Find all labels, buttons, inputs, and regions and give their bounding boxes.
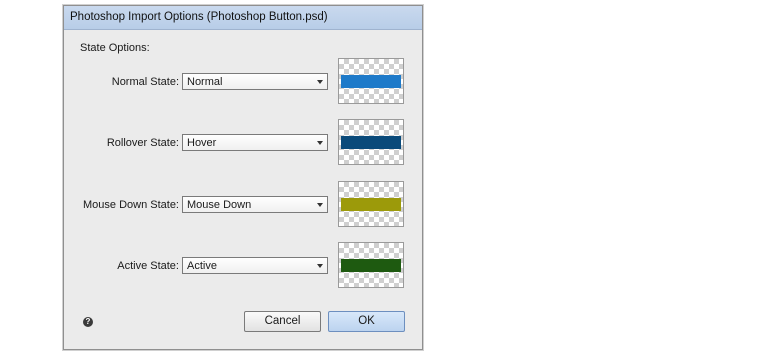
import-options-dialog: Photoshop Import Options (Photoshop Butt… bbox=[63, 5, 423, 350]
rollover-state-row: Rollover State: Hover bbox=[64, 119, 422, 169]
normal-state-value: Normal bbox=[187, 76, 223, 88]
mouse-down-state-swatch bbox=[341, 198, 401, 211]
mouse-down-state-row: Mouse Down State: Mouse Down bbox=[64, 181, 422, 231]
rollover-state-value: Hover bbox=[187, 137, 217, 149]
rollover-state-select[interactable]: Hover bbox=[182, 134, 328, 151]
cancel-button[interactable]: Cancel bbox=[244, 311, 321, 332]
chevron-down-icon bbox=[317, 141, 323, 145]
active-state-row: Active State: Active bbox=[64, 242, 422, 292]
active-state-value: Active bbox=[187, 260, 217, 272]
normal-state-preview bbox=[338, 58, 404, 104]
ok-button[interactable]: OK bbox=[328, 311, 405, 332]
rollover-state-label: Rollover State: bbox=[106, 137, 179, 149]
mouse-down-state-select[interactable]: Mouse Down bbox=[182, 196, 328, 213]
active-state-swatch bbox=[341, 259, 401, 272]
mouse-down-state-label: Mouse Down State: bbox=[83, 199, 179, 211]
chevron-down-icon bbox=[317, 80, 323, 84]
rollover-state-swatch bbox=[341, 136, 401, 149]
dialog-title[interactable]: Photoshop Import Options (Photoshop Butt… bbox=[64, 6, 422, 30]
question-circle-icon[interactable]: ? bbox=[83, 317, 93, 327]
normal-state-label: Normal State: bbox=[111, 76, 179, 88]
active-state-preview bbox=[338, 242, 404, 288]
normal-state-select[interactable]: Normal bbox=[182, 73, 328, 90]
active-state-select[interactable]: Active bbox=[182, 257, 328, 274]
rollover-state-preview bbox=[338, 119, 404, 165]
normal-state-swatch bbox=[341, 75, 401, 88]
mouse-down-state-value: Mouse Down bbox=[187, 199, 252, 211]
normal-state-row: Normal State: Normal bbox=[64, 58, 422, 108]
state-options-label: State Options: bbox=[80, 42, 150, 54]
chevron-down-icon bbox=[317, 264, 323, 268]
chevron-down-icon bbox=[317, 203, 323, 207]
active-state-label: Active State: bbox=[117, 260, 179, 272]
mouse-down-state-preview bbox=[338, 181, 404, 227]
